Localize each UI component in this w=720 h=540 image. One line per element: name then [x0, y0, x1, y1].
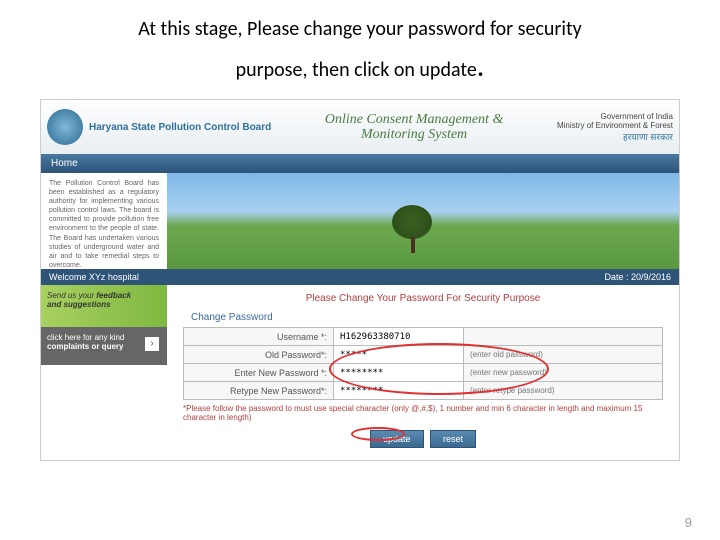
slide-title-line2: purpose, then click on update [236, 58, 477, 82]
username-field [340, 332, 457, 342]
complaints-l2: complaints or query [47, 342, 123, 351]
welcome-bar: Welcome XYz hospital Date : 20/9/2016 [41, 269, 679, 285]
retype-password-field[interactable] [340, 386, 457, 396]
button-row: update reset [183, 430, 663, 448]
app-header: Haryana State Pollution Control Board On… [41, 100, 679, 154]
feedback-l1: Send us your [47, 291, 94, 300]
section-label: Change Password [191, 312, 663, 323]
about-text: The Pollution Control Board has been est… [41, 173, 167, 269]
label-retype: Retype New Password*: [184, 382, 334, 400]
app-window: Haryana State Pollution Control Board On… [40, 99, 680, 461]
feedback-l2: feedback [96, 291, 131, 300]
row-old-password: Old Password*: (enter old password) [184, 346, 663, 364]
ministry-text: Ministry of Environment & Forest [557, 121, 673, 130]
navbar: Home [41, 154, 679, 173]
hint-username [464, 328, 663, 346]
row-new-password: Enter New Password *: (enter new passwor… [184, 364, 663, 382]
board-name: Haryana State Pollution Control Board [89, 122, 271, 133]
hint-retype: (enter retype password) [464, 382, 663, 400]
password-form-table: Username *: Old Password*: (enter old pa… [183, 327, 663, 400]
hint-old: (enter old password) [464, 346, 663, 364]
hero-image [167, 173, 679, 269]
update-button[interactable]: update [370, 430, 424, 448]
system-title-line1: Online Consent Management & [271, 112, 557, 127]
system-title-line2: Monitoring System [271, 127, 557, 142]
label-new: Enter New Password *: [184, 364, 334, 382]
govt-text: Government of India [557, 112, 673, 121]
password-note: *Please follow the password to must use … [183, 404, 663, 422]
slide-title-dot: . [477, 48, 485, 85]
nav-home[interactable]: Home [51, 158, 78, 169]
system-title: Online Consent Management & Monitoring S… [271, 112, 557, 143]
new-password-field[interactable] [340, 368, 457, 378]
hindi-text: हरयाणा सरकार [557, 130, 673, 143]
hint-new: (enter new password) [464, 364, 663, 382]
slide-title-line1: At this stage, Please change your passwo… [138, 17, 581, 41]
complaints-widget[interactable]: click here for any kind complaints or qu… [41, 327, 167, 365]
row-username: Username *: [184, 328, 663, 346]
label-old: Old Password*: [184, 346, 334, 364]
hero-row: The Pollution Control Board has been est… [41, 173, 679, 269]
welcome-date: Date : 20/9/2016 [604, 272, 671, 282]
tree-icon [392, 205, 432, 239]
old-password-field[interactable] [340, 350, 457, 360]
left-widgets: Send us your feedback and suggestions cl… [41, 285, 167, 460]
row-retype-password: Retype New Password*: (enter retype pass… [184, 382, 663, 400]
feedback-widget[interactable]: Send us your feedback and suggestions [41, 285, 167, 327]
header-govt: Government of India Ministry of Environm… [557, 112, 673, 143]
content-area: Send us your feedback and suggestions cl… [41, 285, 679, 460]
complaints-l1: click here for any kind [47, 333, 124, 342]
label-username: Username *: [184, 328, 334, 346]
slide-title: At this stage, Please change your passwo… [0, 0, 720, 93]
reset-button[interactable]: reset [430, 430, 476, 448]
arrow-icon: › [145, 337, 159, 351]
feedback-l3: and suggestions [47, 300, 111, 309]
main-form-area: Please Change Your Password For Security… [167, 285, 679, 460]
board-logo-icon [47, 109, 83, 145]
welcome-text: Welcome XYz hospital [49, 272, 139, 282]
page-number: 9 [685, 515, 692, 530]
form-title: Please Change Your Password For Security… [183, 293, 663, 304]
